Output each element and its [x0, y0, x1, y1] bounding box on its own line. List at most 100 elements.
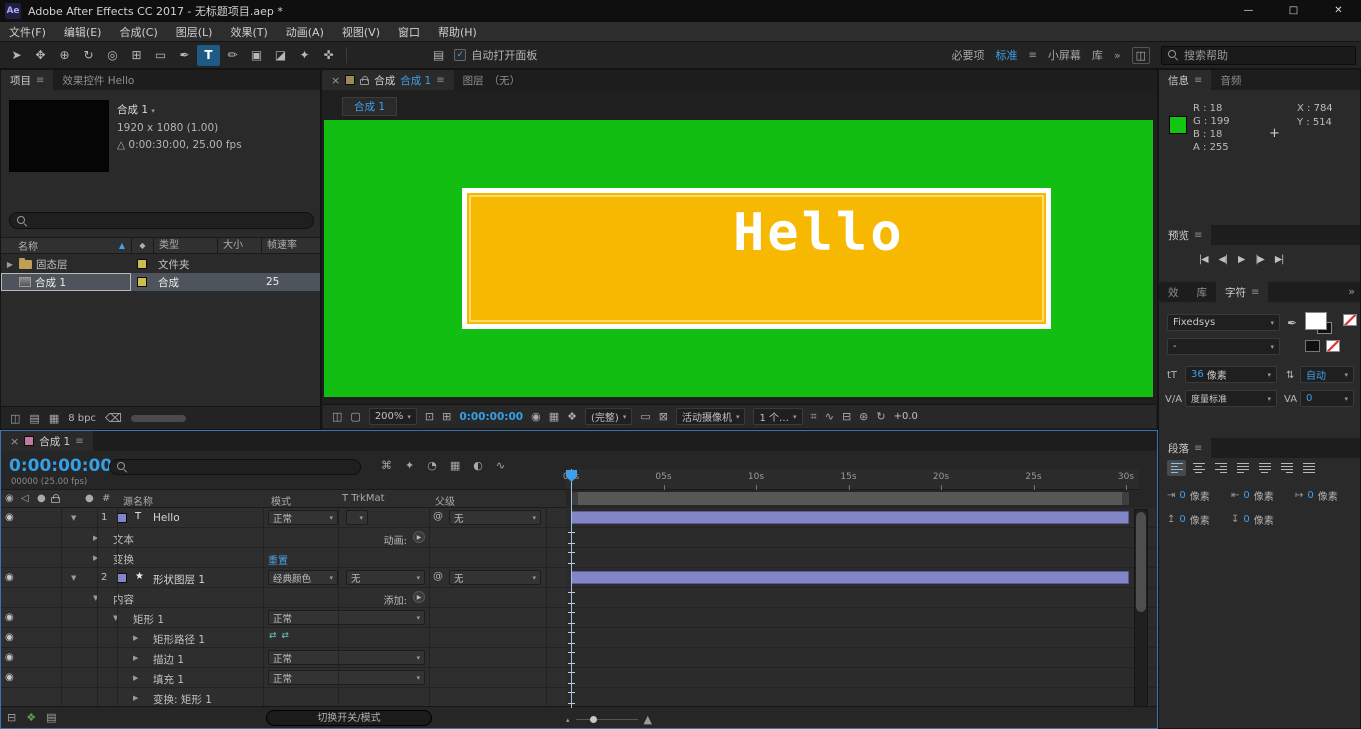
font-style-select[interactable]: -▾	[1167, 338, 1280, 355]
project-search-input[interactable]	[9, 212, 314, 229]
zoom-slider-thumb[interactable]	[590, 716, 597, 723]
workspace-item[interactable]: 必要项	[951, 47, 984, 63]
menu-item[interactable]: 文件(F)	[0, 24, 55, 40]
parent-pickwhip-icon[interactable]: @	[433, 511, 443, 522]
visibility-toggle[interactable]: ◉	[5, 572, 14, 583]
camera-tool[interactable]: ◎	[101, 45, 124, 66]
transparency-grid-icon[interactable]: ⊠	[659, 410, 668, 423]
zoom-tool[interactable]: ⊕	[53, 45, 76, 66]
align-left-button[interactable]	[1167, 460, 1186, 476]
fill-color-swatch[interactable]	[1305, 312, 1327, 330]
visibility-toggle[interactable]: ◉	[5, 612, 14, 623]
close-icon[interactable]: ×	[10, 435, 19, 448]
timeline-property-row[interactable]: ◉▶描边 1正常▾	[1, 648, 1157, 668]
close-button[interactable]: ✕	[1316, 0, 1361, 22]
menu-item[interactable]: 帮助(H)	[429, 24, 486, 40]
region-of-interest-icon[interactable]: ▭	[640, 410, 650, 423]
align-right-button[interactable]	[1211, 460, 1230, 476]
work-area-bar[interactable]	[571, 492, 1129, 505]
zoom-slider[interactable]	[576, 719, 638, 720]
column-trkmat[interactable]: T TrkMat	[342, 493, 385, 504]
reset-exposure-icon[interactable]: ↻	[876, 410, 885, 423]
workspace-item[interactable]: 库	[1092, 47, 1103, 63]
graph-editor-icon[interactable]: ∿	[496, 459, 505, 472]
label-chip[interactable]	[137, 259, 147, 269]
roto-brush-tool[interactable]: ✦	[293, 45, 316, 66]
blend-mode-select[interactable]: 经典颜色▾	[268, 570, 338, 585]
menu-item[interactable]: 视图(V)	[333, 24, 389, 40]
show-channels-icon[interactable]: ❖	[567, 410, 577, 423]
hello-text[interactable]: Hello	[733, 203, 905, 263]
parent-select[interactable]: 无▾	[449, 510, 541, 525]
column-mode[interactable]: 模式	[271, 493, 291, 508]
tab-audio[interactable]: 音频	[1211, 70, 1250, 90]
expand-layers-icon[interactable]: ⊟	[7, 711, 16, 724]
column-framerate[interactable]: 帧速率	[261, 238, 320, 253]
column-number[interactable]: #	[102, 493, 110, 504]
twirl-open-icon[interactable]: ▼	[71, 514, 76, 522]
tab-layer-viewer[interactable]: 图层 （无）	[454, 70, 530, 90]
lock-icon[interactable]	[360, 79, 369, 85]
first-line-indent-field[interactable]: ↦0像素	[1295, 488, 1349, 503]
panel-menu-icon[interactable]: ≡	[1251, 287, 1259, 298]
layer-color-chip[interactable]	[117, 513, 127, 523]
panel-menu-icon[interactable]: ≡	[75, 436, 83, 447]
pixel-aspect-correction-icon[interactable]: ⌗	[811, 410, 817, 424]
twirl-open-icon[interactable]: ▼	[71, 574, 76, 582]
viewer-screen-icon[interactable]: ▢	[350, 410, 360, 423]
comp-mini-flowchart-icon[interactable]: ⌘	[381, 459, 392, 472]
chevron-down-icon[interactable]: ▾	[151, 107, 155, 115]
composition-mini-icon[interactable]: ▤	[46, 711, 56, 724]
eyedropper-icon[interactable]: ✒	[1287, 316, 1297, 330]
selection-tool[interactable]: ➤	[5, 45, 28, 66]
tab-库[interactable]: 库	[1188, 282, 1217, 302]
magnification-select[interactable]: 200%▾	[369, 408, 417, 425]
twirl-closed-icon[interactable]: ▶	[133, 654, 138, 662]
rotation-tool[interactable]: ↻	[77, 45, 100, 66]
add-property-button[interactable]: ▶	[413, 531, 425, 543]
project-row[interactable]: 合成 1合成25	[1, 273, 320, 291]
text-tool[interactable]: T	[197, 45, 220, 66]
brush-tool[interactable]: ✏	[221, 45, 244, 66]
font-family-select[interactable]: Fixedsys▾	[1167, 314, 1280, 331]
visibility-toggle[interactable]: ◉	[5, 652, 14, 663]
hide-shy-layers-icon[interactable]: ◔	[427, 459, 437, 472]
tab-paragraph[interactable]: 段落 ≡	[1159, 438, 1211, 458]
first-frame-button[interactable]: |◀	[1199, 254, 1208, 265]
space-before-field[interactable]: ↥0像素	[1167, 512, 1221, 527]
help-search-input[interactable]: 搜索帮助	[1161, 46, 1356, 65]
vertical-scrollbar[interactable]	[1134, 509, 1148, 707]
justify-last-center-button[interactable]	[1255, 460, 1274, 476]
active-comp-name[interactable]: 合成 1	[400, 73, 431, 88]
overflow-icon[interactable]: »	[1114, 49, 1121, 62]
timeline-property-row[interactable]: ▶变换: 矩形 1	[1, 688, 1157, 708]
leading-select[interactable]: 自动▾	[1300, 366, 1354, 383]
layer-duration-bar[interactable]	[571, 571, 1129, 584]
stroke-black-swatch[interactable]	[1305, 340, 1320, 352]
motion-blur-icon[interactable]: ◐	[473, 459, 483, 472]
project-row[interactable]: ▶固态层文件夹	[1, 255, 320, 273]
fit-icon[interactable]: ⊡	[425, 410, 434, 423]
delete-icon[interactable]: ⌫	[105, 411, 122, 425]
pen-tool[interactable]: ✒	[173, 45, 196, 66]
tab-timeline-comp[interactable]: × 合成 1 ≡	[1, 431, 93, 451]
space-after-field[interactable]: ↧0像素	[1231, 512, 1285, 527]
toggle-switches-modes-button[interactable]: 切换开关/模式	[266, 710, 432, 726]
live-update-icon[interactable]: ❖	[26, 711, 36, 724]
font-size-select[interactable]: 36像素▾	[1185, 366, 1277, 383]
close-icon[interactable]: ×	[331, 74, 340, 87]
bit-depth-button[interactable]: 8 bpc	[68, 413, 96, 424]
time-ruler[interactable]: 00s05s10s15s20s25s30s	[566, 469, 1139, 490]
snapshot-icon[interactable]: ◉	[531, 410, 541, 423]
trkmat-select[interactable]: 无▾	[346, 570, 425, 585]
playhead-line[interactable]	[571, 469, 572, 708]
label-chip[interactable]	[137, 277, 147, 287]
twirl-closed-icon[interactable]: ▶	[133, 674, 138, 682]
timeline-layer-row[interactable]: ◉▼1THello正常▾▾@无▾	[1, 508, 1157, 528]
timeline-search-input[interactable]	[109, 459, 361, 475]
tab-composition[interactable]: × 合成 合成 1 ≡	[322, 70, 454, 90]
zoom-out-icon[interactable]: ▴	[566, 716, 570, 724]
column-name[interactable]: 名称▲	[1, 238, 131, 253]
workspace-item[interactable]: 标准	[995, 47, 1017, 63]
maximize-button[interactable]: □	[1271, 0, 1316, 22]
